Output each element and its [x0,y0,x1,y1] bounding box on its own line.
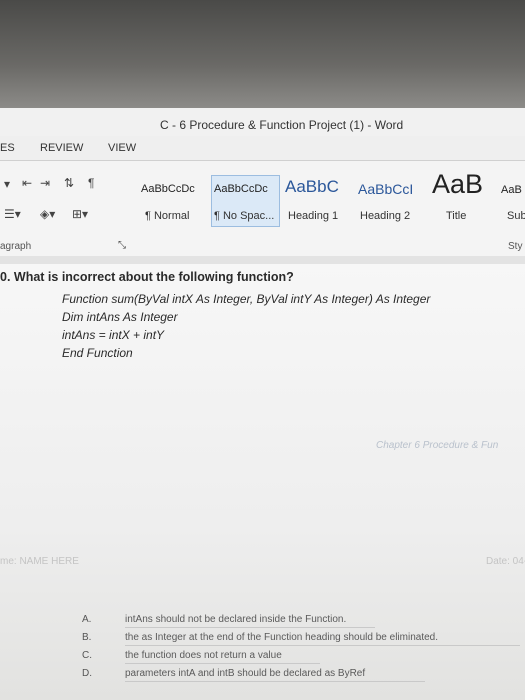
increase-indent-icon[interactable]: ⇥ [40,176,50,190]
window-title: C - 6 Procedure & Function Project (1) -… [160,118,404,132]
style-label-heading2: Heading 2 [360,210,411,222]
group-paragraph-label: agraph [0,241,32,252]
option-a-letter: A. [82,614,92,625]
option-a-text: intAns should not be declared inside the… [125,614,347,625]
option-b-underline [125,645,520,646]
pilcrow-icon[interactable]: ¶ [88,176,94,190]
option-d-text: parameters intA and intB should be decla… [125,668,366,679]
decrease-indent-icon[interactable]: ⇤ [22,176,32,190]
background-dark [0,0,525,108]
option-a-underline [125,627,375,628]
style-sample-subtitle[interactable]: AaB [501,184,522,196]
code-line-4: End Function [62,346,133,360]
code-line-3: intAns = intX + intY [62,328,165,342]
option-c-letter: C. [82,650,92,661]
option-b-letter: B. [82,632,92,643]
style-sample-no-spacing[interactable]: AaBbCcDc [214,183,278,195]
style-sample-normal[interactable]: AaBbCcDc [141,183,209,195]
option-c-underline [125,663,320,664]
style-label-normal: ¶ Normal [145,210,190,222]
code-line-1: Function sum(ByVal intX As Integer, ByVa… [62,292,431,306]
bullets-dropdown-icon[interactable]: ▾ [4,177,10,191]
tab-partial[interactable]: ES [0,142,15,154]
style-sample-heading1[interactable]: AaBbC [285,177,339,197]
group-styles-label: Sty [508,241,523,252]
style-sample-title[interactable]: AaB [432,169,483,200]
style-label-no-spacing: ¶ No Spac... [214,210,275,222]
style-sample-heading2[interactable]: AaBbCcI [358,181,413,197]
code-line-2: Dim intAns As Integer [62,310,178,324]
paragraph-launcher-icon[interactable]: ⤡ [118,240,126,251]
style-label-title: Title [446,210,467,222]
date-field: Date: 04-03 [486,556,525,567]
borders-icon[interactable]: ⊞▾ [72,207,88,221]
tab-view[interactable]: VIEW [108,142,136,154]
style-label-heading1: Heading 1 [288,210,339,222]
ruler [0,256,525,264]
option-d-letter: D. [82,668,92,679]
shading-icon[interactable]: ◈▾ [40,207,55,221]
chapter-footer: Chapter 6 Procedure & Fun [376,440,499,451]
question-text: 0. What is incorrect about the following… [0,270,294,284]
option-c-text: the function does not return a value [125,650,282,661]
tab-review[interactable]: REVIEW [40,142,83,154]
name-field: me: NAME HERE [0,556,79,567]
line-spacing-icon[interactable]: ☰▾ [4,207,21,221]
option-b-text: the as Integer at the end of the Functio… [125,632,438,643]
style-label-subtitle: Sub [507,210,525,222]
sort-icon[interactable]: ⇅ [64,176,74,190]
option-d-underline [125,681,425,682]
